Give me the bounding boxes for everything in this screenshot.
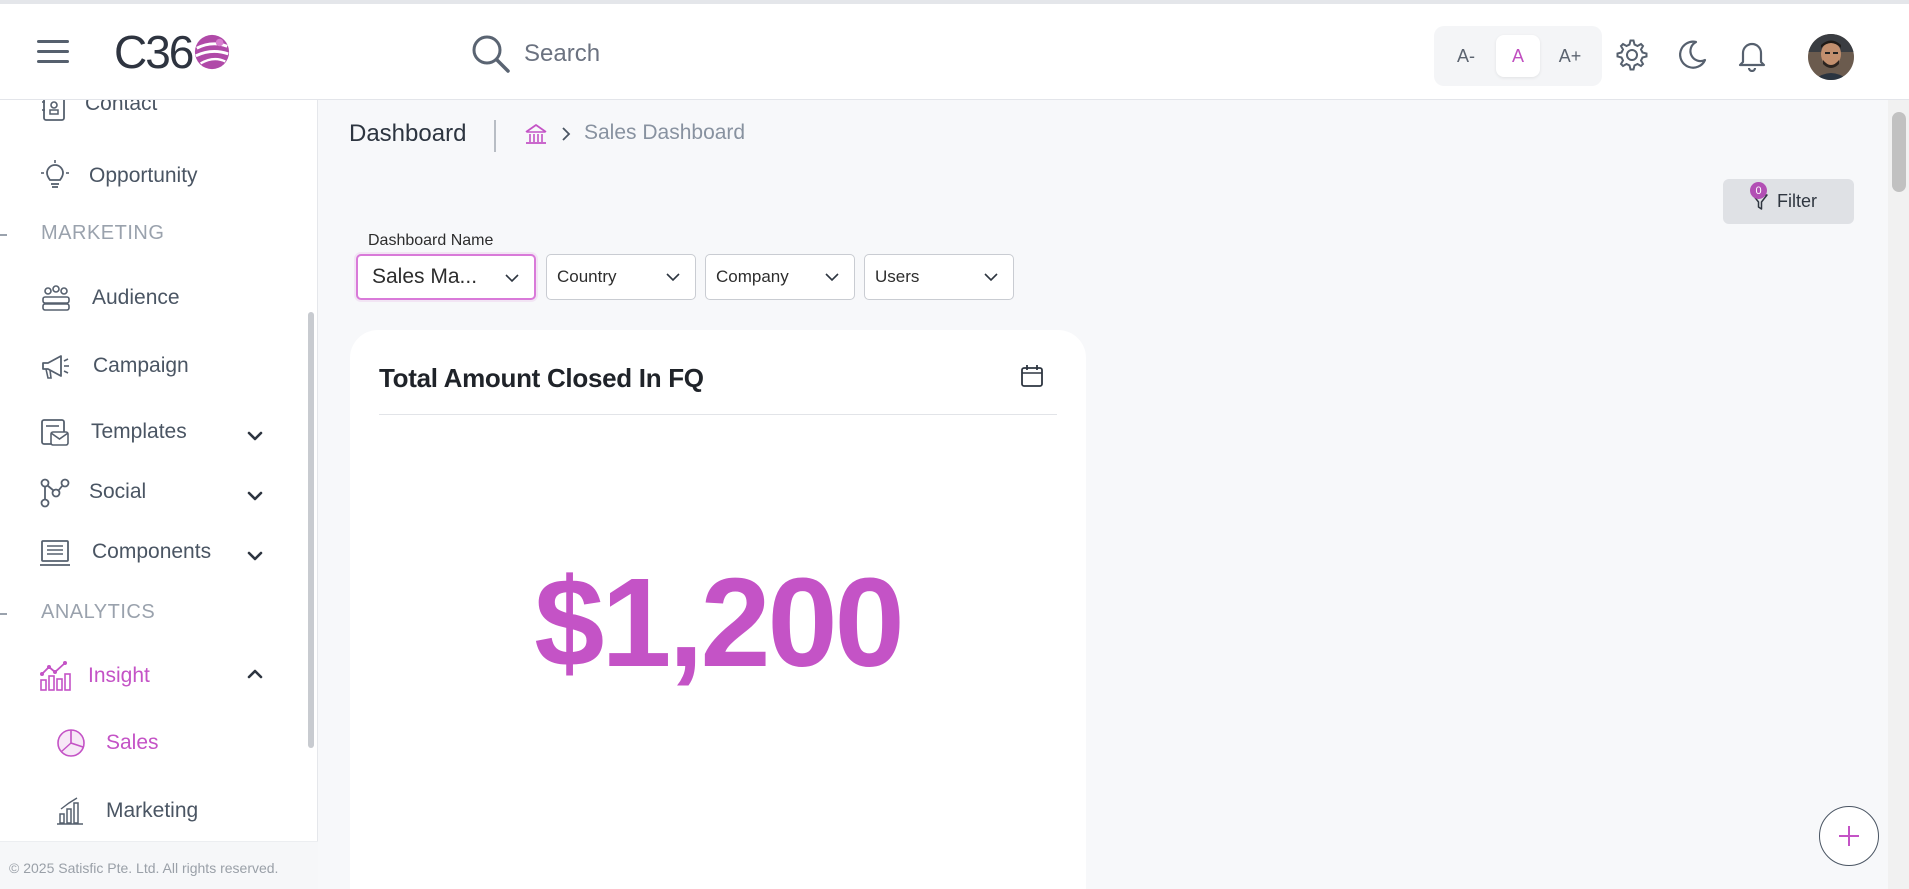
sidebar-item-marketing[interactable]: Marketing xyxy=(0,791,300,831)
bell-icon[interactable] xyxy=(1735,38,1769,72)
add-button[interactable] xyxy=(1819,806,1879,866)
users-select-value: Users xyxy=(875,267,920,286)
chevron-right-icon xyxy=(562,127,571,141)
card-value: $1,200 xyxy=(534,552,904,693)
sidebar-item-campaign[interactable]: Campaign xyxy=(0,346,300,386)
sidebar-item-label: Social xyxy=(89,480,147,503)
search-icon xyxy=(472,35,510,73)
sidebar-item-contact[interactable]: Contact xyxy=(0,100,300,122)
font-size-switcher: A- A A+ xyxy=(1434,26,1602,86)
sidebar-item-label: Marketing xyxy=(106,799,199,822)
search-bar[interactable] xyxy=(470,32,970,76)
font-decrease-button[interactable]: A- xyxy=(1444,35,1488,77)
chevron-down-icon xyxy=(825,273,839,282)
sidebar-item-label: Opportunity xyxy=(89,164,198,187)
dashboard-select[interactable]: Sales Ma... xyxy=(356,254,536,300)
page-title: Dashboard xyxy=(349,120,467,147)
chevron-down-icon[interactable] xyxy=(244,425,266,447)
dashboard-select-value: Sales Ma... xyxy=(372,265,478,288)
chevron-down-icon[interactable] xyxy=(244,545,266,567)
sidebar-item-audience[interactable]: Audience xyxy=(0,278,300,318)
chevron-down-icon[interactable] xyxy=(244,485,266,507)
chevron-up-icon[interactable] xyxy=(244,663,266,685)
sidebar-item-social[interactable]: Social xyxy=(0,473,300,513)
sidebar: Contact Opportunity MARKETING Audience C… xyxy=(0,100,318,889)
company-select-value: Company xyxy=(716,267,789,286)
sidebar-item-label: Audience xyxy=(92,286,180,309)
components-icon xyxy=(40,540,70,566)
contact-icon xyxy=(42,100,65,121)
chevron-down-icon xyxy=(505,274,519,283)
users-select[interactable]: Users xyxy=(864,254,1014,300)
card-divider xyxy=(379,414,1057,415)
audience-icon xyxy=(42,285,70,311)
social-icon xyxy=(40,478,70,508)
user-avatar-icon xyxy=(1808,34,1854,80)
total-amount-card: Total Amount Closed In FQ $1,200 xyxy=(350,330,1086,889)
insight-icon xyxy=(40,661,71,691)
font-increase-button[interactable]: A+ xyxy=(1548,35,1592,77)
top-header: C36 A- A A+ xyxy=(0,4,1909,100)
copyright-text: © 2025 Satisfic Pte. Ltd. All rights res… xyxy=(0,841,318,889)
sidebar-scrollbar[interactable] xyxy=(308,312,314,748)
sidebar-item-components[interactable]: Components xyxy=(0,533,300,573)
logo-text: C36 xyxy=(114,26,194,78)
section-label: MARKETING xyxy=(41,222,165,244)
avatar[interactable] xyxy=(1808,34,1854,80)
bar-chart-icon xyxy=(57,797,83,825)
font-normal-button[interactable]: A xyxy=(1496,35,1540,77)
logo-globe-icon xyxy=(195,34,230,70)
breadcrumb-current: Sales Dashboard xyxy=(584,121,746,144)
sidebar-item-label: Campaign xyxy=(93,354,189,377)
plus-icon xyxy=(1839,826,1859,846)
sidebar-item-label: Insight xyxy=(88,664,150,687)
dashboard-name-label: Dashboard Name xyxy=(368,232,494,249)
company-select[interactable]: Company xyxy=(705,254,855,300)
country-select-value: Country xyxy=(557,267,617,286)
sidebar-item-label: Sales xyxy=(106,731,159,754)
megaphone-icon xyxy=(42,355,69,379)
sidebar-item-insight[interactable]: Insight xyxy=(0,656,300,696)
chevron-down-icon xyxy=(666,273,680,282)
filter-button[interactable]: 0 Filter xyxy=(1723,179,1854,224)
menu-icon[interactable] xyxy=(37,40,69,64)
filter-label: Filter xyxy=(1777,191,1817,211)
scrollbar-thumb[interactable] xyxy=(1892,112,1906,192)
sidebar-item-label: Templates xyxy=(91,420,187,443)
sidebar-item-label: Components xyxy=(92,540,212,563)
settings-icon[interactable] xyxy=(1615,38,1649,72)
search-input[interactable] xyxy=(524,40,924,68)
breadcrumb-divider xyxy=(494,120,496,152)
logo[interactable]: C36 xyxy=(114,26,231,78)
country-select[interactable]: Country xyxy=(546,254,696,300)
filter-count-badge: 0 xyxy=(1750,182,1767,199)
section-label: ANALYTICS xyxy=(41,601,156,623)
moon-icon[interactable] xyxy=(1675,38,1709,72)
calendar-icon[interactable] xyxy=(1019,363,1045,389)
card-title: Total Amount Closed In FQ xyxy=(379,363,704,393)
lightbulb-icon xyxy=(41,160,69,188)
sidebar-item-opportunity[interactable]: Opportunity xyxy=(0,156,300,196)
chevron-down-icon xyxy=(984,273,998,282)
pie-icon xyxy=(57,729,85,757)
home-icon[interactable] xyxy=(523,121,549,147)
page-scrollbar[interactable] xyxy=(1888,100,1909,889)
sidebar-item-sales[interactable]: Sales xyxy=(0,723,300,763)
sidebar-item-templates[interactable]: Templates xyxy=(0,413,300,453)
sidebar-item-label: Contact xyxy=(85,100,158,115)
templates-icon xyxy=(41,419,69,446)
